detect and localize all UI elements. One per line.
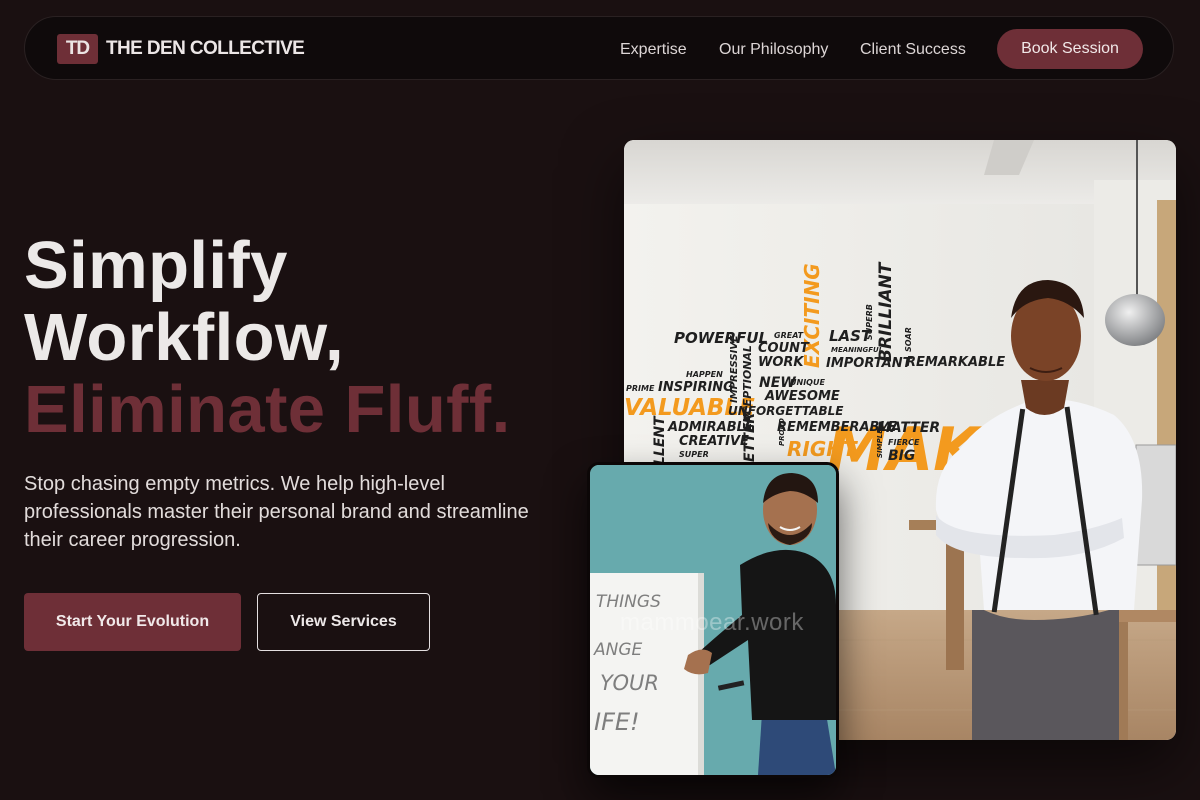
nav-link-our-philosophy[interactable]: Our Philosophy bbox=[719, 41, 828, 59]
wall-word: MATTER bbox=[877, 420, 940, 436]
start-your-evolution-button[interactable]: Start Your Evolution bbox=[24, 593, 241, 651]
wall-word: ADMIRABLE bbox=[667, 420, 754, 435]
wall-word: ETTER bbox=[742, 413, 758, 462]
wall-word: LLENT bbox=[652, 415, 668, 465]
wall-word: HAPPEN bbox=[686, 370, 723, 379]
wall-word: IMPRESSIVE bbox=[729, 335, 740, 403]
wall-word: REMARKABLE bbox=[906, 355, 1005, 370]
wall-word: SUPER bbox=[679, 450, 709, 459]
nav-link-client-success[interactable]: Client Success bbox=[860, 41, 966, 59]
wall-word: SIMPLE bbox=[876, 429, 884, 458]
wall-word: IMPORTANT bbox=[826, 356, 913, 371]
whiteboard-word: ANGE bbox=[593, 640, 643, 660]
wall-word: INSPIRING bbox=[658, 380, 734, 395]
wall-word: BIG bbox=[888, 448, 915, 464]
logo-badge: TD bbox=[57, 34, 98, 64]
wall-word: PRIME bbox=[626, 384, 655, 393]
wall-word: WORK bbox=[758, 355, 804, 370]
brand-name: THE DEN COLLECTIVE bbox=[106, 38, 305, 59]
hero-headline: Simplify Workflow, Eliminate Fluff. bbox=[24, 230, 511, 446]
wall-word: GREAT bbox=[774, 331, 804, 340]
wall-word: COUNT bbox=[758, 341, 810, 356]
wall-word: UNIQUE bbox=[790, 378, 825, 387]
headline-line-1: Simplify bbox=[24, 228, 288, 303]
watermark-text: mammoear.work bbox=[620, 609, 804, 636]
top-navbar: TD THE DEN COLLECTIVE Expertise Our Phil… bbox=[24, 16, 1174, 80]
wall-word: BRILLIANT bbox=[876, 261, 896, 362]
brand-logo[interactable]: TD THE DEN COLLECTIVE bbox=[57, 34, 305, 64]
wall-word: SOAR bbox=[904, 327, 913, 352]
wall-word-right: RIGHT bbox=[787, 437, 858, 461]
book-session-button[interactable]: Book Session bbox=[997, 29, 1143, 69]
nav-link-expertise[interactable]: Expertise bbox=[620, 41, 687, 59]
view-services-button[interactable]: View Services bbox=[257, 593, 430, 651]
wall-word: AWESOME bbox=[764, 389, 840, 404]
whiteboard-word: IFE! bbox=[594, 708, 640, 736]
wall-word: PROUD bbox=[778, 418, 786, 446]
headline-line-2: Workflow, bbox=[24, 300, 344, 375]
whiteboard-word: YOUR bbox=[600, 671, 659, 695]
wall-word: FIERCE bbox=[888, 438, 920, 447]
wall-word: CREATIVE bbox=[679, 434, 749, 449]
headline-line-3-accent: Eliminate Fluff. bbox=[24, 372, 511, 447]
wall-word: POWERFUL bbox=[674, 329, 768, 347]
hero-subtext: Stop chasing empty metrics. We help high… bbox=[24, 473, 529, 551]
wall-word: SUPERB bbox=[865, 304, 874, 340]
